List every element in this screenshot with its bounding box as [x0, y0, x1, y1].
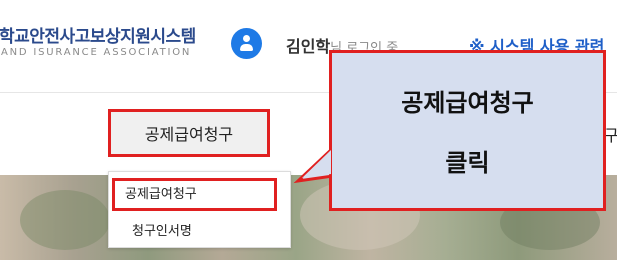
nav-dropdown-menu: 공제급여청구 청구인서명 — [108, 171, 291, 248]
callout-text-line1: 공제급여청구 — [401, 89, 534, 117]
user-icon — [231, 28, 262, 59]
site-logo-subtitle: AND ISURANCE ASSOCIATION — [1, 47, 192, 58]
user-name: 김인학 — [286, 37, 331, 56]
instruction-callout: 공제급여청구 클릭 — [329, 50, 606, 211]
user-icon-head — [243, 35, 250, 42]
nav-item-claim[interactable]: 공제급여청구 — [108, 109, 270, 157]
dropdown-item-claimant-signature[interactable]: 청구인서명 — [132, 220, 192, 239]
hero-blob — [20, 190, 110, 250]
user-icon-body — [240, 44, 253, 51]
nav-item-claim-label: 공제급여청구 — [144, 125, 234, 144]
site-logo-title[interactable]: 학교안전사고보상지원시스템 — [0, 22, 196, 47]
dropdown-item-claim[interactable]: 공제급여청구 — [112, 178, 277, 211]
callout-text-line2: 클릭 — [445, 149, 490, 177]
